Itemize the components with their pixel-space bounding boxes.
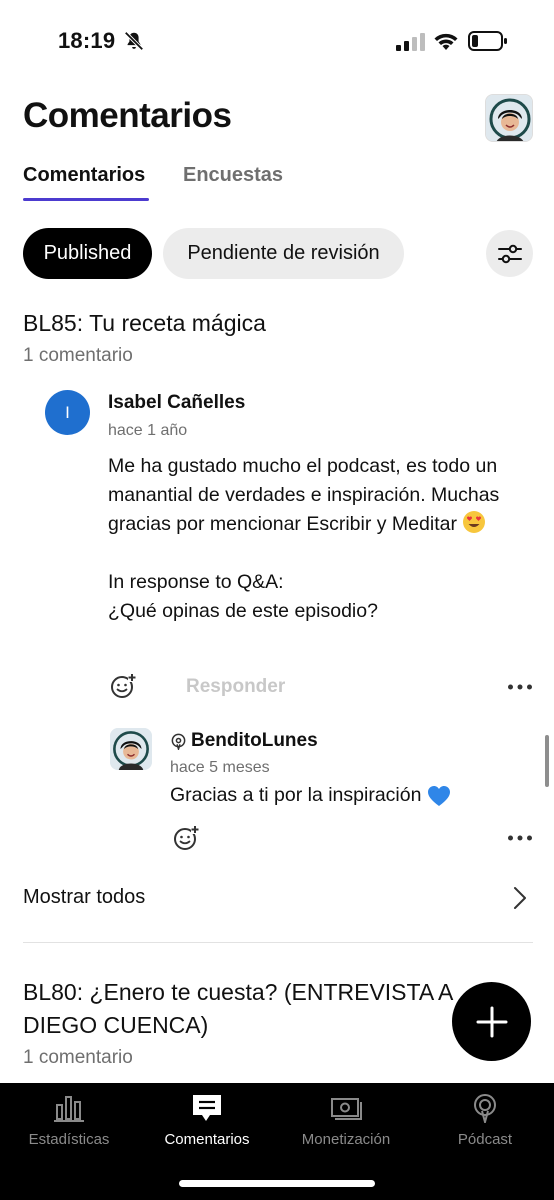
money-icon [331, 1098, 362, 1120]
add-reaction-icon[interactable] [172, 824, 200, 852]
comment-context-line: In response to Q&A: [108, 571, 284, 593]
plus-icon [476, 1006, 507, 1037]
status-time: 18:19 [58, 28, 116, 53]
more-options-icon[interactable] [507, 682, 533, 692]
status-bar: 18:19 [0, 0, 554, 80]
reply-timestamp: hace 5 meses [170, 759, 270, 776]
comment-author: Isabel Cañelles [108, 392, 246, 413]
nav-label: Estadísticas [28, 1131, 110, 1148]
profile-avatar[interactable] [485, 94, 533, 142]
comment-text: Me ha gustado mucho el podcast, es todo … [108, 455, 500, 535]
pending-review-filter-chip[interactable]: Pendiente de revisión [163, 228, 404, 279]
podcast-icon [171, 733, 186, 750]
nav-item-monetizacion[interactable]: Monetización [277, 1093, 415, 1153]
home-indicator[interactable] [179, 1180, 375, 1187]
add-button[interactable] [452, 982, 531, 1061]
add-reaction-icon[interactable] [109, 672, 137, 700]
blue-heart-emoji-icon [428, 785, 451, 806]
more-options-icon[interactable] [507, 833, 533, 843]
active-tab-indicator [23, 198, 149, 201]
reply-author: BenditoLunes [191, 730, 318, 751]
episode-comment-count: 1 comentario [23, 1047, 133, 1068]
tab-comentarios[interactable]: Comentarios [23, 164, 145, 187]
page-title: Comentarios [23, 96, 232, 135]
reply-author-row: BenditoLunes [170, 730, 318, 752]
comment-timestamp: hace 1 año [108, 422, 188, 439]
published-filter-chip[interactable]: Published [23, 228, 152, 279]
episode-title[interactable]: BL80: ¿Enero te cuesta? (ENTREVISTA A DI… [23, 976, 493, 1042]
commenter-avatar: I [45, 390, 90, 435]
bell-off-icon [124, 31, 144, 51]
reply-avatar [110, 728, 152, 770]
nav-item-comentarios[interactable]: Comentarios [138, 1093, 276, 1153]
tab-encuestas[interactable]: Encuestas [183, 164, 283, 187]
chevron-right-icon[interactable] [511, 884, 529, 912]
filter-button[interactable] [486, 230, 533, 277]
episode-title[interactable]: BL85: Tu receta mágica [23, 310, 266, 337]
bar-chart-icon [54, 1096, 84, 1122]
episode-comment-count: 1 comentario [23, 345, 133, 366]
heart-eyes-emoji-icon [463, 511, 486, 533]
wifi-icon [434, 33, 458, 50]
reply-text: Gracias a ti por la inspiración [170, 784, 422, 806]
nav-label: Pódcast [457, 1131, 513, 1148]
nav-label: Monetización [301, 1131, 391, 1148]
scrollbar[interactable] [545, 735, 549, 787]
reply-body: Gracias a ti por la inspiración [170, 784, 451, 807]
comment-context-question: ¿Qué opinas de este episodio? [108, 600, 378, 622]
reply-author-photo [110, 728, 152, 770]
podcast-icon [474, 1094, 496, 1123]
comment-icon [193, 1095, 221, 1121]
signal-icon [396, 33, 425, 51]
nav-item-estadisticas[interactable]: Estadísticas [0, 1093, 138, 1153]
profile-photo [486, 95, 532, 141]
reply-button[interactable]: Responder [186, 676, 285, 698]
nav-label: Comentarios [164, 1131, 250, 1148]
nav-item-podcast[interactable]: Pódcast [416, 1093, 554, 1153]
divider [23, 942, 533, 943]
comment-body: Me ha gustado mucho el podcast, es todo … [108, 452, 538, 626]
battery-icon [468, 31, 507, 51]
show-all-link[interactable]: Mostrar todos [23, 886, 145, 909]
sliders-icon [497, 244, 522, 263]
